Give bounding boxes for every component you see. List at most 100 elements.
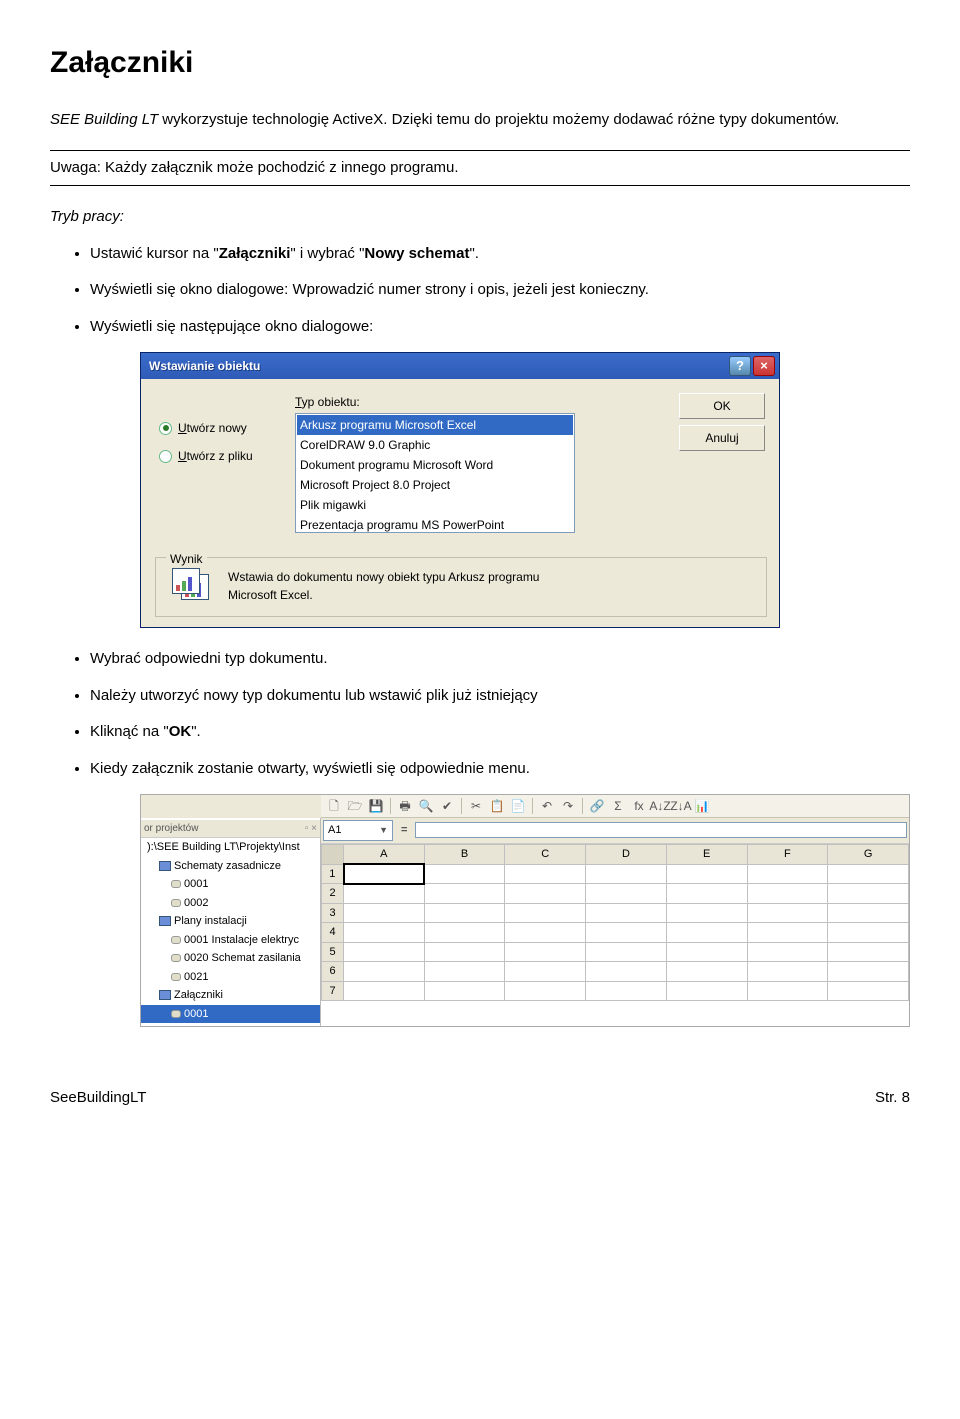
col-header[interactable]: D [586,844,667,864]
cell[interactable] [666,864,747,884]
cell[interactable] [666,903,747,923]
list-item[interactable]: Microsoft Project 8.0 Project [297,475,573,495]
cell[interactable] [828,903,909,923]
tree-node[interactable]: 0001 Instalacje elektryc [141,931,320,950]
cell[interactable] [586,864,667,884]
col-header[interactable]: A [344,844,425,864]
cell[interactable] [344,903,425,923]
cell[interactable] [424,942,505,962]
col-header[interactable]: E [666,844,747,864]
cell[interactable] [505,884,586,904]
cell[interactable] [586,942,667,962]
col-header[interactable]: G [828,844,909,864]
cell[interactable] [666,962,747,982]
cell[interactable] [747,884,828,904]
cell[interactable] [424,864,505,884]
cell[interactable] [344,864,425,884]
formula-bar[interactable] [415,822,907,838]
new-icon[interactable]: 🗋 [325,797,343,815]
cell[interactable] [666,923,747,943]
cell[interactable] [344,942,425,962]
save-icon[interactable]: 💾 [367,797,385,815]
tree-node[interactable]: 0020 Schemat zasilania [141,949,320,968]
cell[interactable] [586,884,667,904]
col-header[interactable]: F [747,844,828,864]
cell[interactable] [505,903,586,923]
sort-desc-icon[interactable]: Z↓A [672,797,690,815]
row-header[interactable]: 5 [322,942,344,962]
chart-icon[interactable]: 📊 [693,797,711,815]
cancel-button[interactable]: Anuluj [679,425,765,451]
cell[interactable] [828,981,909,1001]
cell[interactable] [344,981,425,1001]
tree-node[interactable]: 0001 [141,875,320,894]
col-header[interactable]: B [424,844,505,864]
redo-icon[interactable]: ↷ [559,797,577,815]
preview-icon[interactable]: 🔍 [417,797,435,815]
cell[interactable] [666,884,747,904]
cell[interactable] [344,923,425,943]
row-header[interactable]: 4 [322,923,344,943]
row-header[interactable]: 3 [322,903,344,923]
cell[interactable] [424,981,505,1001]
list-item[interactable]: CorelDRAW 9.0 Graphic [297,435,573,455]
fx-icon[interactable]: fx [630,797,648,815]
cell[interactable] [424,923,505,943]
ok-button[interactable]: OK [679,393,765,419]
sort-asc-icon[interactable]: A↓Z [651,797,669,815]
tree-pane-close-icon[interactable]: ▫ × [305,821,317,836]
list-item[interactable]: Arkusz programu Microsoft Excel [297,415,573,435]
cell[interactable] [747,903,828,923]
cell[interactable] [505,962,586,982]
cell[interactable] [747,962,828,982]
row-header[interactable]: 7 [322,981,344,1001]
cell[interactable] [747,923,828,943]
cell[interactable] [505,981,586,1001]
radio-create-from-file[interactable]: Utwórz z pliku [159,447,253,465]
select-all-corner[interactable] [322,844,344,864]
close-button[interactable]: × [753,356,775,376]
row-header[interactable]: 1 [322,864,344,884]
cell[interactable] [505,864,586,884]
cell[interactable] [747,864,828,884]
cell[interactable] [424,903,505,923]
row-header[interactable]: 2 [322,884,344,904]
spreadsheet-grid[interactable]: A B C D E F G 1234567 [321,844,909,1002]
cell[interactable] [828,962,909,982]
name-box[interactable]: A1 ▼ [323,820,393,841]
cell[interactable] [424,962,505,982]
tree-node[interactable]: 0001 [141,1005,320,1024]
cell[interactable] [586,962,667,982]
cell[interactable] [505,942,586,962]
tree-node[interactable]: 0002 [141,894,320,913]
tree-node[interactable]: 0021 [141,968,320,987]
cut-icon[interactable]: ✂ [467,797,485,815]
print-icon[interactable]: 🖶 [396,797,414,815]
cell[interactable] [586,923,667,943]
list-item[interactable]: Prezentacja programu MS PowerPoint [297,515,573,533]
object-type-listbox[interactable]: Arkusz programu Microsoft Excel CorelDRA… [295,413,575,533]
chevron-down-icon[interactable]: ▼ [379,824,388,838]
cell[interactable] [828,864,909,884]
tree-node[interactable]: Plany instalacji [141,912,320,931]
cell[interactable] [666,981,747,1001]
list-item[interactable]: Plik migawki [297,495,573,515]
cell[interactable] [666,942,747,962]
cell[interactable] [424,884,505,904]
hyperlink-icon[interactable]: 🔗 [588,797,606,815]
cell[interactable] [828,884,909,904]
cell[interactable] [344,962,425,982]
tree-node[interactable]: Schematy zasadnicze [141,857,320,876]
tree-node[interactable]: Załączniki [141,986,320,1005]
cell[interactable] [747,942,828,962]
autosum-icon[interactable]: Σ [609,797,627,815]
copy-icon[interactable]: 📋 [488,797,506,815]
cell[interactable] [344,884,425,904]
cell[interactable] [747,981,828,1001]
cell[interactable] [828,923,909,943]
cell[interactable] [828,942,909,962]
cell[interactable] [505,923,586,943]
list-item[interactable]: Dokument programu Microsoft Word [297,455,573,475]
spellcheck-icon[interactable]: ✔ [438,797,456,815]
paste-icon[interactable]: 📄 [509,797,527,815]
